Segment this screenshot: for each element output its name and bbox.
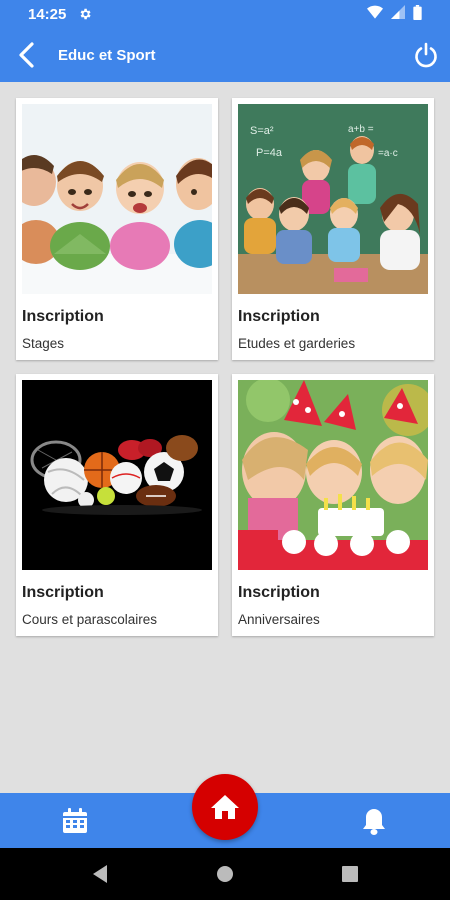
card-title: Inscription [238, 308, 320, 325]
card-stages[interactable]: Inscription Stages [16, 98, 218, 360]
power-icon [415, 42, 437, 68]
circle-home-icon [217, 866, 233, 882]
svg-text:P=4a: P=4a [256, 147, 283, 159]
card-subtitle: Anniversaires [238, 612, 320, 627]
signal-icon [391, 5, 405, 23]
card-subtitle: Etudes et garderies [238, 336, 356, 351]
logout-button[interactable] [408, 37, 444, 73]
sports-balls-photo [22, 380, 212, 570]
home-button[interactable] [192, 774, 258, 840]
system-recents-button[interactable] [337, 861, 363, 887]
system-back-button[interactable] [87, 861, 113, 887]
calendar-button[interactable] [59, 805, 91, 837]
registration-grid: Inscription Stages S=a² P=4a a+b = =a·c [0, 82, 450, 636]
bell-icon [363, 809, 385, 835]
wifi-icon [367, 5, 383, 23]
card-title: Inscription [22, 584, 104, 601]
calendar-icon [63, 808, 87, 833]
card-anniversaires[interactable]: Inscription Anniversaires [232, 374, 434, 636]
classroom-children-photo: S=a² P=4a a+b = =a·c [238, 104, 428, 294]
system-nav-bar [0, 848, 450, 900]
card-title: Inscription [22, 308, 104, 325]
card-subtitle: Stages [22, 336, 65, 351]
home-icon [211, 795, 239, 819]
app-bar: Educ et Sport [0, 28, 450, 82]
birthday-cake-photo [238, 380, 428, 570]
battery-icon [413, 4, 422, 24]
card-title: Inscription [238, 584, 320, 601]
card-subtitle: Cours et parascolaires [22, 612, 158, 627]
system-home-button[interactable] [212, 861, 238, 887]
svg-text:a+b =: a+b = [348, 124, 374, 135]
back-button[interactable] [4, 28, 50, 82]
card-etudes-garderies[interactable]: S=a² P=4a a+b = =a·c Inscription Etudes … [232, 98, 434, 360]
settings-gear-icon [78, 7, 92, 21]
children-lying-photo [22, 104, 212, 294]
square-recents-icon [342, 866, 358, 882]
card-cours-parascolaires[interactable]: Inscription Cours et parascolaires [16, 374, 218, 636]
svg-text:S=a²: S=a² [250, 125, 274, 137]
triangle-back-icon [93, 865, 107, 883]
svg-text:=a·c: =a·c [378, 148, 398, 159]
notifications-button[interactable] [358, 805, 390, 837]
back-arrow-icon [19, 42, 34, 68]
status-bar: 14:25 [0, 0, 450, 28]
status-time: 14:25 [28, 5, 67, 23]
page-title: Educ et Sport [58, 46, 156, 64]
